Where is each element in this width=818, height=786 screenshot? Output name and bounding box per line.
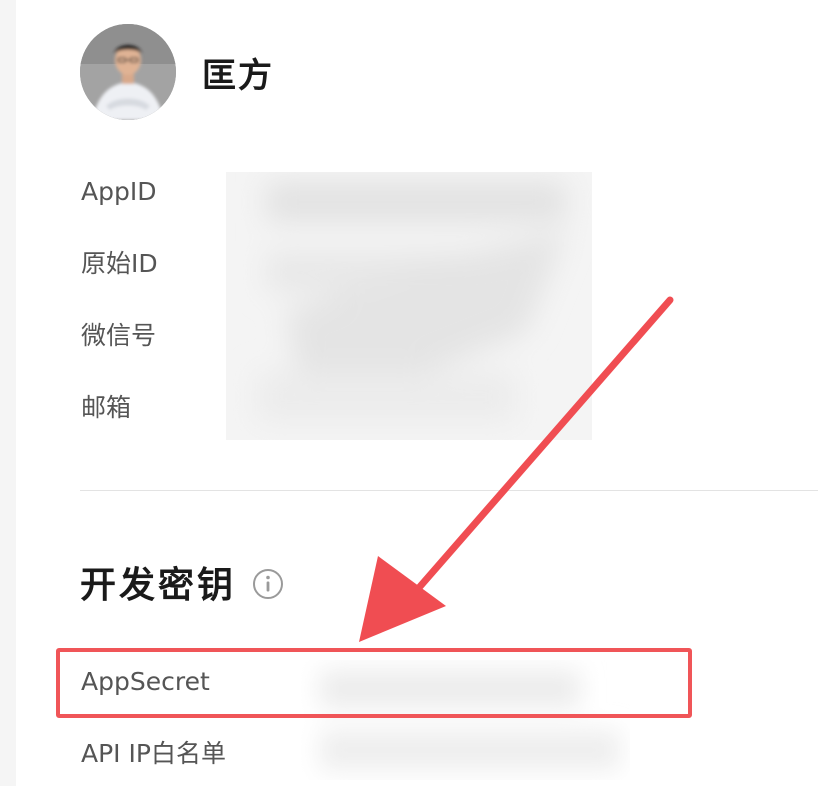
profile-header: 匡方 xyxy=(80,24,274,120)
original-id-label: 原始ID xyxy=(81,249,158,278)
avatar xyxy=(80,24,176,120)
info-circle-icon[interactable] xyxy=(252,568,284,600)
appid-label: AppID xyxy=(81,177,157,206)
account-name: 匡方 xyxy=(202,55,274,96)
wechat-id-label: 微信号 xyxy=(81,321,157,350)
section-divider xyxy=(80,490,818,491)
left-sidebar-strip xyxy=(0,0,16,786)
blurred-account-values xyxy=(226,172,592,440)
dev-keys-title: 开发密钥 xyxy=(80,565,237,606)
appsecret-highlight-box[interactable] xyxy=(56,648,692,718)
api-ip-whitelist-label: API IP白名单 xyxy=(81,739,226,768)
email-label: 邮箱 xyxy=(81,393,132,422)
